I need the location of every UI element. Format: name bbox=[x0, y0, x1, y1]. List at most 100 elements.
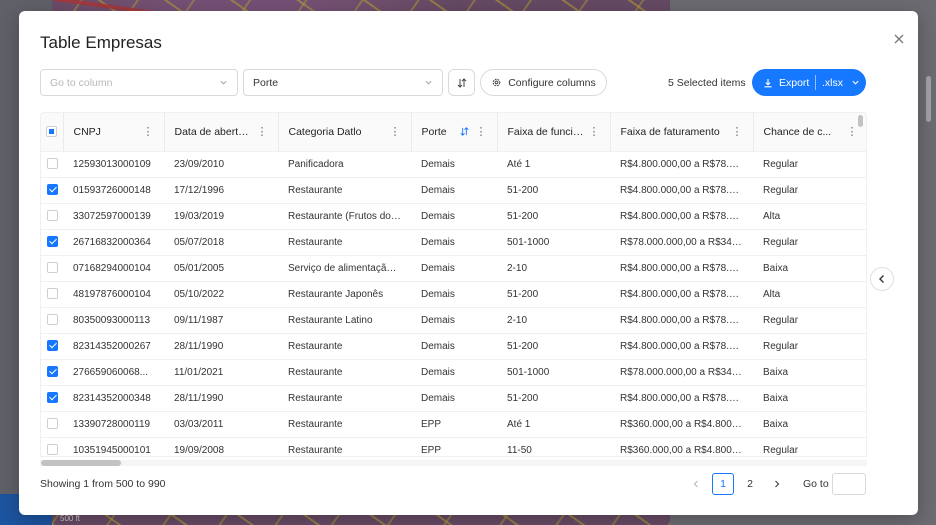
table-row[interactable]: 01593726000148 17/12/1996 Restaurante Demai… bbox=[41, 177, 866, 204]
row-checkbox[interactable] bbox=[46, 288, 58, 300]
table-row[interactable]: 10351945000101 19/09/2008 Restaurante EPP 11… bbox=[41, 437, 866, 456]
go-to-page-input[interactable] bbox=[832, 473, 866, 495]
cell-chance: Baixa bbox=[753, 385, 866, 412]
cell-chance: Regular bbox=[753, 177, 866, 204]
cell-porte: Demais bbox=[411, 255, 497, 282]
export-main-action[interactable]: Export bbox=[752, 69, 815, 96]
cell-porte: Demais bbox=[411, 307, 497, 334]
page-1-button[interactable]: 1 bbox=[712, 473, 734, 495]
collapse-panel-button[interactable] bbox=[870, 267, 894, 291]
column-header-label: Faixa de faturamento bbox=[620, 125, 720, 138]
cell-faturamento: R$78.000.000,00 a R$340... bbox=[610, 229, 753, 256]
table-row[interactable]: 276659060068... 11/01/2021 Restaurante Dema… bbox=[41, 359, 866, 386]
table-vertical-scrollbar[interactable] bbox=[857, 113, 864, 455]
row-select-cell bbox=[41, 203, 63, 230]
cell-funcionarios: 51-200 bbox=[497, 385, 610, 412]
cell-cnpj: 07168294000104 bbox=[63, 255, 164, 282]
configure-columns-button[interactable]: Configure columns bbox=[480, 69, 607, 96]
select-all-checkbox[interactable] bbox=[46, 126, 58, 138]
row-checkbox[interactable] bbox=[46, 236, 58, 248]
column-menu-icon[interactable]: ⋮ bbox=[843, 125, 858, 138]
sort-arrows-icon bbox=[457, 77, 466, 88]
column-header-label: Categoria Datlo bbox=[288, 125, 362, 138]
cell-faturamento: R$4.800.000,00 a R$78.00... bbox=[610, 333, 753, 360]
cell-cnpj: 01593726000148 bbox=[63, 177, 164, 204]
row-checkbox[interactable] bbox=[46, 444, 58, 456]
row-checkbox[interactable] bbox=[46, 340, 58, 352]
row-checkbox[interactable] bbox=[46, 418, 58, 430]
go-to-column-select[interactable]: Go to column bbox=[40, 69, 238, 96]
row-select-cell bbox=[41, 281, 63, 308]
next-page-button[interactable] bbox=[766, 473, 788, 495]
cell-faturamento: R$4.800.000,00 a R$78.00... bbox=[610, 151, 753, 178]
prev-page-button[interactable] bbox=[685, 473, 707, 495]
row-checkbox[interactable] bbox=[46, 392, 58, 404]
row-select-cell bbox=[41, 177, 63, 204]
column-header-chance[interactable]: Chance de c... ⋮ bbox=[753, 113, 866, 152]
close-icon bbox=[894, 34, 904, 44]
scrollbar-thumb[interactable] bbox=[858, 115, 863, 127]
sort-button[interactable] bbox=[448, 69, 475, 96]
table-row[interactable]: 80350093000113 09/11/1987 Restaurante Lati… bbox=[41, 307, 866, 334]
export-button[interactable]: Export .xlsx bbox=[752, 69, 866, 96]
chevron-down-icon bbox=[220, 80, 227, 85]
cell-chance: Baixa bbox=[753, 255, 866, 282]
table-row[interactable]: 07168294000104 05/01/2005 Serviço de alime… bbox=[41, 255, 866, 282]
table-row[interactable]: 13390728000119 03/03/2011 Restaurante EPP At… bbox=[41, 411, 866, 438]
column-header-categoria[interactable]: Categoria Datlo ⋮ bbox=[278, 113, 412, 152]
chevron-left-icon bbox=[693, 480, 698, 488]
download-icon bbox=[764, 78, 772, 87]
pagination: 1 2 bbox=[685, 473, 793, 495]
row-select-cell bbox=[41, 255, 63, 282]
export-format-dropdown[interactable]: .xlsx bbox=[816, 77, 860, 89]
cell-cnpj: 276659060068... bbox=[63, 359, 164, 386]
table-horizontal-scrollbar[interactable] bbox=[40, 460, 867, 466]
cell-porte: EPP bbox=[411, 411, 497, 438]
column-header-funcionarios[interactable]: Faixa de funcio... ⋮ bbox=[497, 113, 611, 152]
scrollbar-thumb[interactable] bbox=[41, 460, 121, 466]
row-checkbox[interactable] bbox=[46, 366, 58, 378]
row-checkbox[interactable] bbox=[46, 210, 58, 222]
row-select-cell bbox=[41, 411, 63, 438]
chevron-right-icon bbox=[775, 480, 780, 488]
porte-select[interactable]: Porte bbox=[243, 69, 443, 96]
table-row[interactable]: 12593013000109 23/09/2010 Panificadora Dema… bbox=[41, 151, 866, 178]
column-menu-icon[interactable]: ⋮ bbox=[139, 125, 154, 138]
cell-funcionarios: 51-200 bbox=[497, 333, 610, 360]
column-menu-icon[interactable]: ⋮ bbox=[585, 125, 600, 138]
row-checkbox[interactable] bbox=[46, 184, 58, 196]
column-menu-icon[interactable]: ⋮ bbox=[472, 125, 487, 138]
column-menu-icon[interactable]: ⋮ bbox=[253, 125, 268, 138]
cell-funcionarios: 11-50 bbox=[497, 437, 610, 456]
cell-funcionarios: 51-200 bbox=[497, 281, 610, 308]
close-button[interactable] bbox=[892, 32, 906, 46]
column-header-cnpj[interactable]: CNPJ ⋮ bbox=[63, 113, 165, 152]
column-menu-icon[interactable]: ⋮ bbox=[728, 125, 743, 138]
row-checkbox[interactable] bbox=[46, 158, 58, 170]
sort-active-icon[interactable] bbox=[459, 126, 470, 137]
row-checkbox[interactable] bbox=[46, 262, 58, 274]
cell-categoria: Restaurante Japonês bbox=[278, 281, 411, 308]
cell-data: 23/09/2010 bbox=[164, 151, 278, 178]
row-checkbox[interactable] bbox=[46, 314, 58, 326]
table-row[interactable]: 82314352000348 28/11/1990 Restaurante Demai… bbox=[41, 385, 866, 412]
chevron-left-icon bbox=[879, 275, 884, 283]
column-menu-icon[interactable]: ⋮ bbox=[386, 125, 401, 138]
cell-funcionarios: 501-1000 bbox=[497, 229, 610, 256]
cell-porte: Demais bbox=[411, 281, 497, 308]
table-row[interactable]: 26716832000364 05/07/2018 Restaurante Demai… bbox=[41, 229, 866, 256]
cell-porte: Demais bbox=[411, 229, 497, 256]
table-row[interactable]: 48197876000104 05/10/2022 Restaurante Japo… bbox=[41, 281, 866, 308]
column-header-faturamento[interactable]: Faixa de faturamento ⋮ bbox=[610, 113, 754, 152]
column-header-label: Chance de c... bbox=[763, 125, 832, 138]
column-header-porte[interactable]: Porte ⋮ bbox=[411, 113, 498, 152]
page-2-button[interactable]: 2 bbox=[739, 473, 761, 495]
cell-categoria: Restaurante bbox=[278, 385, 411, 412]
cell-porte: Demais bbox=[411, 151, 497, 178]
table-row[interactable]: 82314352000267 28/11/1990 Restaurante Demai… bbox=[41, 333, 866, 360]
column-header-label: CNPJ bbox=[73, 125, 101, 138]
cell-cnpj: 48197876000104 bbox=[63, 281, 164, 308]
row-select-cell bbox=[41, 229, 63, 256]
column-header-data-abertura[interactable]: Data de abertura ⋮ bbox=[164, 113, 279, 152]
table-row[interactable]: 33072597000139 19/03/2019 Restaurante (Fru… bbox=[41, 203, 866, 230]
